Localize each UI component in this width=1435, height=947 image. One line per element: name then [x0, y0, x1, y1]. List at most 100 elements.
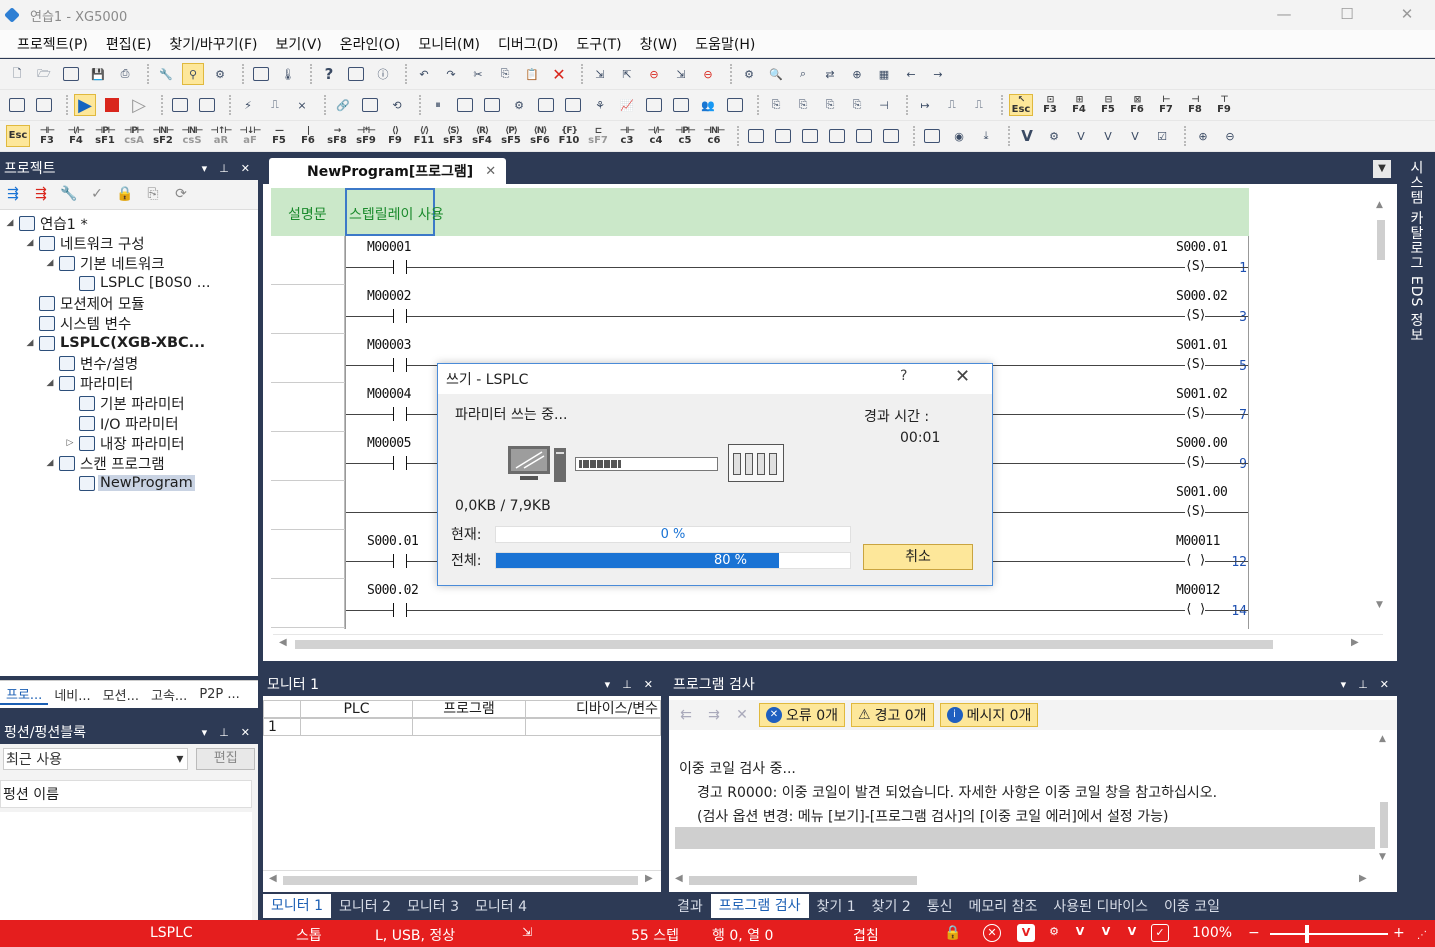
- tab-monitor-1[interactable]: 모니터 1: [263, 894, 331, 918]
- monitor-grid[interactable]: PLC 프로그램 디바이스/변수 1: [263, 700, 661, 740]
- coil-symbol[interactable]: ⟨ ⟩: [1185, 602, 1207, 617]
- contact-symbol[interactable]: [393, 456, 407, 470]
- cut-icon[interactable]: ✂: [467, 63, 489, 85]
- scroll-thumb[interactable]: [689, 876, 917, 885]
- menu-debug[interactable]: 디버그(D): [489, 34, 567, 54]
- scroll-up-icon[interactable]: ▲: [1379, 734, 1386, 744]
- disconnect-icon[interactable]: ⨯: [291, 94, 313, 116]
- tree-toggle-icon[interactable]: ◢: [44, 378, 56, 388]
- scroll-left-icon[interactable]: ◀: [269, 873, 277, 884]
- grid-cell[interactable]: [412, 718, 526, 736]
- device-monitor-icon[interactable]: [454, 94, 476, 116]
- scroll-thumb[interactable]: [295, 640, 1273, 649]
- fkey-esc-button[interactable]: Esc: [6, 125, 30, 147]
- window-icon-2[interactable]: [826, 125, 848, 147]
- scroll-right-icon[interactable]: ▶: [1351, 637, 1359, 648]
- contact-symbol[interactable]: [393, 309, 407, 323]
- tab-memory-reference[interactable]: 메모리 참조: [961, 896, 1046, 916]
- coil-symbol[interactable]: ⟨ ⟩: [1185, 553, 1207, 568]
- tree-item[interactable]: 시스템 변수: [0, 313, 258, 333]
- next-icon[interactable]: ⇉: [703, 707, 725, 723]
- tab-monitor-3[interactable]: 모니터 3: [399, 896, 467, 916]
- local-var-icon[interactable]: V: [1071, 924, 1089, 942]
- insert-cell-icon[interactable]: ⇱: [616, 63, 638, 85]
- window-icon-4[interactable]: [880, 125, 902, 147]
- scroll-thumb[interactable]: [283, 876, 638, 885]
- force-io-icon[interactable]: ⎍: [941, 94, 963, 116]
- export-icon[interactable]: [250, 63, 272, 85]
- system-monitor-icon[interactable]: [481, 94, 503, 116]
- fkey-sf1-button[interactable]: ⊣P⊢ sF1: [93, 125, 117, 147]
- export-data-icon[interactable]: [724, 94, 746, 116]
- coil-symbol[interactable]: ⟨S⟩: [1185, 406, 1207, 421]
- fkey-ar-button[interactable]: ⊣↑⊢ aR: [209, 125, 233, 147]
- fkey-f6-button[interactable]: | F6: [296, 125, 320, 147]
- properties-icon[interactable]: 🔧: [60, 186, 78, 204]
- fkey-c3-button[interactable]: ⊣⊢ c3: [615, 125, 639, 147]
- fkey-sf9-button[interactable]: ⊣*⊢ sF9: [354, 125, 378, 147]
- special-module-icon[interactable]: ⚙: [508, 94, 530, 116]
- menu-find-replace[interactable]: 찾기/바꾸기(F): [160, 34, 266, 54]
- global-var-icon[interactable]: V: [1097, 924, 1115, 942]
- fkey-csa-button[interactable]: ⊣P⊢ csA: [122, 125, 146, 147]
- tree-item[interactable]: ◢ 스캔 프로그램: [0, 453, 258, 473]
- stop-icon[interactable]: [101, 94, 123, 116]
- messages-filter-button[interactable]: i 메시지 0개: [939, 703, 1039, 727]
- scroll-up-icon[interactable]: ▲: [1376, 200, 1383, 210]
- tree-toggle-icon[interactable]: ▷: [64, 438, 76, 448]
- split-view-icon[interactable]: [772, 125, 794, 147]
- vertical-scrollbar[interactable]: ▲ ▼: [1377, 734, 1391, 864]
- io-monitor-icon[interactable]: [535, 94, 557, 116]
- run-icon[interactable]: ▶: [74, 94, 96, 116]
- tab-result[interactable]: 결과: [669, 896, 711, 916]
- coil-symbol[interactable]: ⟨S⟩: [1185, 308, 1207, 323]
- menu-monitor[interactable]: 모니터(M): [409, 34, 489, 54]
- zoom-out-icon[interactable]: ⊖: [1219, 125, 1241, 147]
- pin-icon[interactable]: ⊥: [219, 726, 229, 739]
- fkey-f9-button-2[interactable]: ⊤ F9: [1212, 94, 1236, 116]
- scroll-right-icon[interactable]: ▶: [645, 873, 653, 884]
- horizontal-scrollbar[interactable]: ◀ ▶: [273, 634, 1383, 652]
- menu-view[interactable]: 보기(V): [267, 34, 331, 54]
- fkey-f5-button-2[interactable]: ⊟ F5: [1096, 94, 1120, 116]
- check-icon[interactable]: ✓: [1151, 924, 1169, 942]
- undo-icon[interactable]: ↶: [413, 63, 435, 85]
- users-icon[interactable]: 👥: [697, 94, 719, 116]
- close-icon[interactable]: ✕: [241, 162, 250, 175]
- tree-item[interactable]: LSPLC [B0S0 ...: [0, 273, 258, 293]
- copy-icon[interactable]: ⎘: [494, 63, 516, 85]
- function-list[interactable]: [0, 812, 252, 920]
- window-icon[interactable]: [799, 125, 821, 147]
- clear-icon[interactable]: ✕: [731, 707, 753, 723]
- contact-symbol[interactable]: [393, 407, 407, 421]
- fkey-af-button[interactable]: ⊣↓⊢ aF: [238, 125, 262, 147]
- redo-icon[interactable]: ↷: [440, 63, 462, 85]
- tree-toggle-icon[interactable]: ◢: [24, 238, 36, 248]
- coil-symbol[interactable]: ⟨S⟩: [1185, 455, 1207, 470]
- plc-icon[interactable]: [169, 94, 191, 116]
- fkey-f4-button-2[interactable]: ⊞ F4: [1067, 94, 1091, 116]
- chevron-down-icon[interactable]: ▼: [1373, 160, 1391, 178]
- find-icon[interactable]: 🔍: [765, 63, 787, 85]
- replace-icon[interactable]: ⇄: [819, 63, 841, 85]
- pin-icon[interactable]: ⊥: [622, 678, 632, 691]
- close-icon[interactable]: ✕: [644, 678, 653, 691]
- coil-symbol[interactable]: ⟨S⟩: [1185, 357, 1207, 372]
- resize-grip-icon[interactable]: ⋰: [1417, 930, 1427, 941]
- vertical-scrollbar[interactable]: ▲ ▼: [1373, 200, 1389, 620]
- coil-symbol[interactable]: ⟨S⟩: [1185, 259, 1207, 274]
- edit-button[interactable]: 편집: [196, 748, 255, 770]
- fkey-f5-button[interactable]: — F5: [267, 125, 291, 147]
- fkey-sf5-button[interactable]: ⟨P⟩ sF5: [499, 125, 523, 147]
- fkey-f9-button[interactable]: ⟨⟩ F9: [383, 125, 407, 147]
- tab-project[interactable]: 프로...: [0, 684, 49, 705]
- fkey-sf4-button[interactable]: ⟨R⟩ sF4: [470, 125, 494, 147]
- tab-program-check[interactable]: 프로그램 검사: [710, 894, 809, 918]
- compile-icon[interactable]: ⚙: [738, 63, 760, 85]
- delete-column-icon[interactable]: ⊖: [697, 63, 719, 85]
- tab-communication[interactable]: 통신: [919, 896, 961, 916]
- zoom-slider-handle[interactable]: [1305, 925, 1309, 943]
- maximize-button[interactable]: ☐: [1335, 3, 1359, 25]
- tree-toggle-icon[interactable]: ◢: [4, 218, 16, 228]
- cpu-icon[interactable]: ⚙: [1043, 125, 1065, 147]
